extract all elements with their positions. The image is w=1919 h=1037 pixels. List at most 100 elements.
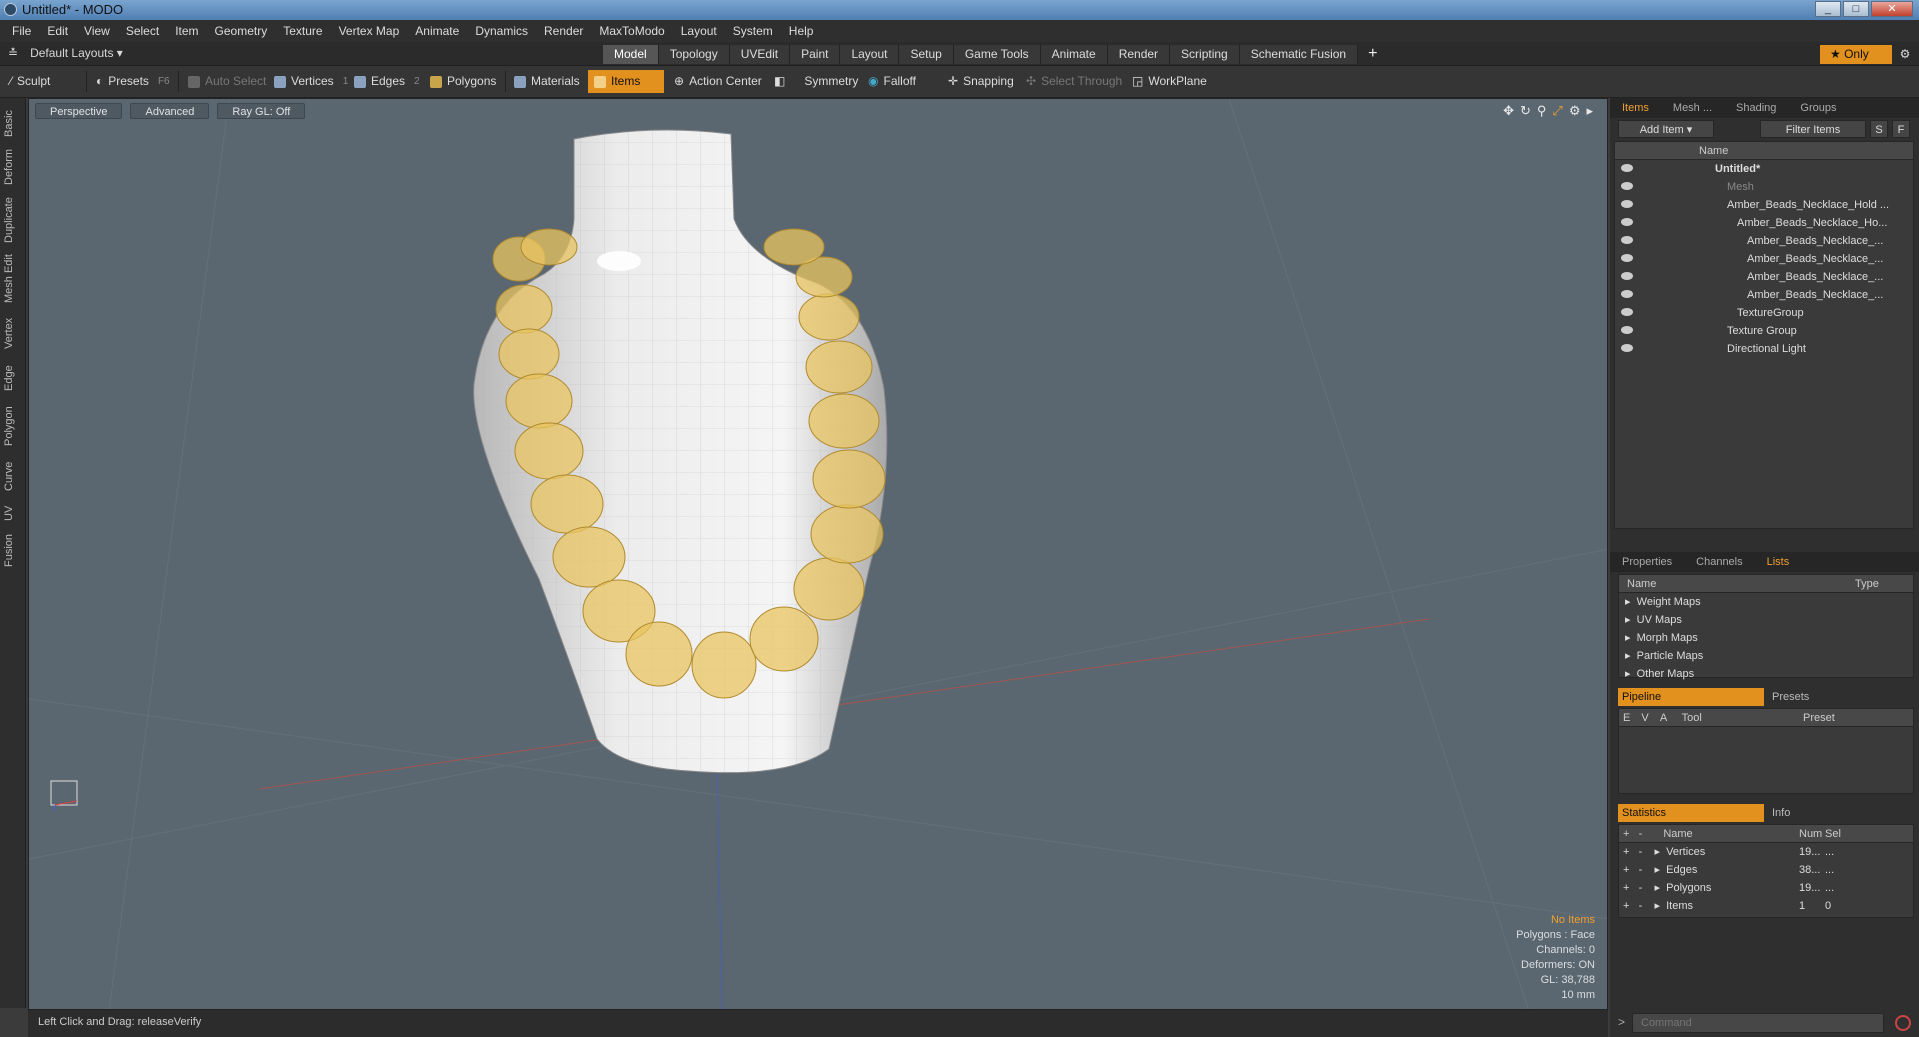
tab-scripting[interactable]: Scripting <box>1170 45 1240 64</box>
workplane-button[interactable]: ◲ WorkPlane <box>1126 70 1213 93</box>
visibility-eye-icon[interactable] <box>1621 308 1633 316</box>
menu-view[interactable]: View <box>78 24 120 38</box>
zoom-icon[interactable]: ⚲ <box>1537 103 1547 119</box>
visibility-eye-icon[interactable] <box>1621 344 1633 352</box>
tab-uvedit[interactable]: UVEdit <box>729 45 791 64</box>
tab-curve[interactable]: Curve <box>3 456 23 496</box>
tree-row[interactable]: TextureGroup <box>1615 304 1913 322</box>
close-button[interactable]: ✕ <box>1871 1 1913 17</box>
tab-statistics[interactable]: Statistics <box>1618 804 1764 822</box>
s-button[interactable]: S <box>1870 120 1888 138</box>
tab-basic[interactable]: Basic <box>3 106 23 142</box>
menu-file[interactable]: File <box>6 24 41 38</box>
visibility-eye-icon[interactable] <box>1621 164 1633 172</box>
record-icon[interactable] <box>1895 1015 1911 1031</box>
tab-properties[interactable]: Properties <box>1610 552 1684 572</box>
materials-button[interactable]: Materials <box>508 70 586 93</box>
vertices-button[interactable]: Vertices 1 <box>268 70 354 93</box>
rotate-icon[interactable]: ↻ <box>1520 103 1531 119</box>
tab-edge[interactable]: Edge <box>3 360 23 396</box>
tab-topology[interactable]: Topology <box>658 45 730 64</box>
gear-icon[interactable]: ⚙ <box>1893 45 1917 64</box>
minimize-button[interactable]: _ <box>1815 1 1841 17</box>
visibility-eye-icon[interactable] <box>1621 218 1633 226</box>
visibility-eye-icon[interactable] <box>1621 254 1633 262</box>
auto-select-button[interactable]: Auto Select <box>182 70 272 93</box>
statistics-row[interactable]: + - ▸ Items 1 0 <box>1619 897 1913 915</box>
list-item[interactable]: ▸ Morph Maps <box>1619 629 1913 647</box>
tree-row[interactable]: Amber_Beads_Necklace_Hold ... <box>1615 196 1913 214</box>
tab-vertex[interactable]: Vertex <box>3 312 23 354</box>
tab-info[interactable]: Info <box>1768 804 1790 822</box>
menu-dynamics[interactable]: Dynamics <box>469 24 538 38</box>
tree-row[interactable]: Mesh <box>1615 178 1913 196</box>
tree-row[interactable]: Amber_Beads_Necklace_... <box>1615 286 1913 304</box>
presets-button[interactable]: ◐ Presets F6 <box>90 70 176 93</box>
f-button[interactable]: F <box>1892 120 1910 138</box>
menu-vertex-map[interactable]: Vertex Map <box>333 24 410 38</box>
menu-edit[interactable]: Edit <box>41 24 78 38</box>
visibility-eye-icon[interactable] <box>1621 182 1633 190</box>
list-item[interactable]: ▸ Particle Maps <box>1619 647 1913 665</box>
list-item[interactable]: ▸ Weight Maps <box>1619 593 1913 611</box>
menu-item[interactable]: Item <box>169 24 208 38</box>
fit-icon[interactable]: ⤢ <box>1552 103 1562 119</box>
tab-channels[interactable]: Channels <box>1684 552 1754 572</box>
tab-polygon[interactable]: Polygon <box>3 402 23 450</box>
tab-lists[interactable]: Lists <box>1755 552 1802 572</box>
tab-mesh-edit[interactable]: Mesh Edit <box>3 252 23 306</box>
tab-mesh[interactable]: Mesh ... <box>1661 98 1724 118</box>
3d-viewport[interactable]: Perspective Advanced Ray GL: Off ✥ ↻ ⚲ ⤢… <box>28 98 1608 1010</box>
add-item-button[interactable]: Add Item ▾ <box>1618 120 1714 138</box>
layout-selector[interactable]: Default Layouts ▾ <box>30 46 123 60</box>
advanced-button[interactable]: Advanced <box>130 103 210 119</box>
menu-animate[interactable]: Animate <box>409 24 469 38</box>
tab-game-tools[interactable]: Game Tools <box>953 45 1041 64</box>
statistics-row[interactable]: + - ▸ Edges 38...... <box>1619 861 1913 879</box>
only-toggle[interactable]: ★ Only <box>1820 45 1892 64</box>
menu-system[interactable]: System <box>727 24 783 38</box>
falloff-button[interactable]: ◉ Falloff <box>862 70 922 93</box>
statistics-row[interactable]: + - ▸ Polygons 19...... <box>1619 879 1913 897</box>
tree-row[interactable]: Texture Group <box>1615 322 1913 340</box>
tab-deform[interactable]: Deform <box>3 146 23 188</box>
tab-layout[interactable]: Layout <box>840 45 900 64</box>
tab-duplicate[interactable]: Duplicate <box>3 194 23 246</box>
add-tab-button[interactable]: + <box>1368 45 1377 64</box>
visibility-eye-icon[interactable] <box>1621 200 1633 208</box>
tab-uv[interactable]: UV <box>3 502 23 524</box>
maximize-button[interactable]: □ <box>1843 1 1869 17</box>
action-center-button[interactable]: ⊕ Action Center <box>668 70 768 93</box>
menu-maxtomodo[interactable]: MaxToModo <box>593 24 674 38</box>
items-button[interactable]: Items <box>588 70 664 93</box>
filter-items-button[interactable]: Filter Items <box>1760 120 1866 138</box>
tree-row[interactable]: Directional Light <box>1615 340 1913 358</box>
layout-menu-icon[interactable]: ≛ <box>8 46 18 60</box>
tree-row[interactable]: Amber_Beads_Necklace_... <box>1615 232 1913 250</box>
tab-model[interactable]: Model <box>603 45 659 64</box>
pan-icon[interactable]: ✥ <box>1503 103 1514 119</box>
tab-paint[interactable]: Paint <box>790 45 841 64</box>
tab-setup[interactable]: Setup <box>899 45 954 64</box>
visibility-eye-icon[interactable] <box>1621 326 1633 334</box>
tree-row[interactable]: Untitled* <box>1615 160 1913 178</box>
visibility-eye-icon[interactable] <box>1621 236 1633 244</box>
menu-render[interactable]: Render <box>538 24 593 38</box>
tab-fusion[interactable]: Fusion <box>3 530 23 570</box>
menu-select[interactable]: Select <box>120 24 169 38</box>
edges-button[interactable]: Edges 2 <box>348 70 426 93</box>
snapping-button[interactable]: ✛ Snapping <box>942 70 1020 93</box>
tab-shading[interactable]: Shading <box>1724 98 1788 118</box>
list-item[interactable]: ▸ UV Maps <box>1619 611 1913 629</box>
visibility-eye-icon[interactable] <box>1621 290 1633 298</box>
statistics-row[interactable]: + - ▸ Vertices 19...... <box>1619 843 1913 861</box>
raygl-button[interactable]: Ray GL: Off <box>217 103 306 119</box>
tab-items[interactable]: Items <box>1610 98 1661 118</box>
menu-layout[interactable]: Layout <box>675 24 727 38</box>
perspective-button[interactable]: Perspective <box>35 103 123 119</box>
select-through-button[interactable]: ✣ Select Through <box>1020 70 1128 93</box>
viewport-gear-icon[interactable]: ⚙ <box>1569 103 1581 119</box>
visibility-eye-icon[interactable] <box>1621 272 1633 280</box>
tab-render[interactable]: Render <box>1107 45 1171 64</box>
symmetry-button[interactable]: ◧ Symmetry <box>768 70 864 93</box>
